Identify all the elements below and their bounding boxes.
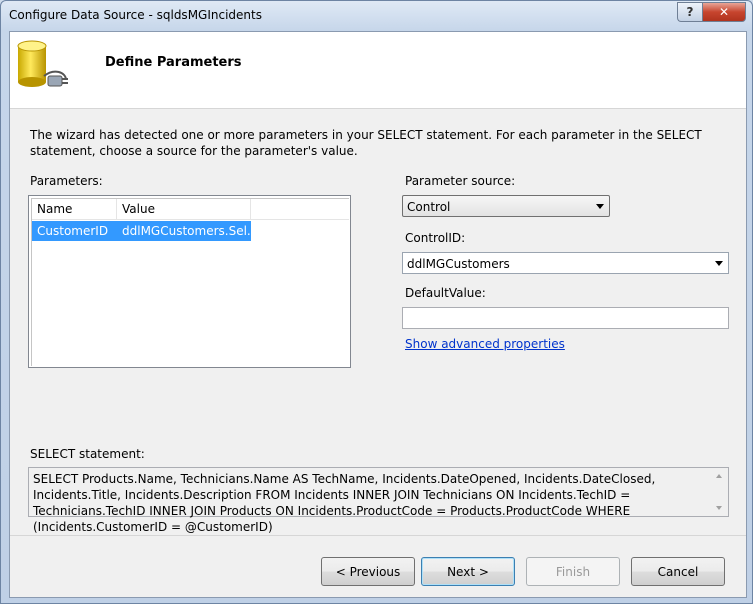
parameters-list-body: Name Value CustomerID ddlMGCustomers.Sel… (31, 198, 349, 366)
parameter-source-label: Parameter source: (405, 174, 516, 188)
select-statement-scrollbar[interactable] (711, 468, 728, 516)
parameter-value-cell: ddlMGCustomers.Sel... (122, 224, 251, 238)
parameters-list-header: Name Value (32, 199, 349, 220)
table-row[interactable]: CustomerID ddlMGCustomers.Sel... (32, 221, 251, 241)
controlid-label: ControlID: (405, 231, 466, 245)
parameters-label: Parameters: (30, 174, 103, 188)
parameters-list[interactable]: Name Value CustomerID ddlMGCustomers.Sel… (28, 195, 351, 368)
scroll-down-icon[interactable] (716, 506, 722, 510)
chevron-down-icon (596, 204, 604, 209)
column-header-name[interactable]: Name (32, 199, 117, 219)
default-value-input[interactable] (402, 307, 729, 329)
scroll-up-icon[interactable] (716, 474, 722, 478)
select-statement-box[interactable]: SELECT Products.Name, Technicians.Name A… (28, 467, 729, 534)
close-button[interactable]: ✕ (702, 2, 746, 22)
dialog-content: Define Parameters The wizard has detecte… (9, 31, 747, 598)
default-value-label: DefaultValue: (405, 286, 486, 300)
finish-button[interactable]: Finish (526, 557, 620, 586)
help-button[interactable]: ? (677, 2, 702, 22)
show-advanced-properties-link[interactable]: Show advanced properties (405, 337, 565, 351)
cancel-button[interactable]: Cancel (631, 557, 725, 586)
controlid-dropdown[interactable]: ddlMGCustomers (402, 252, 729, 274)
footer-divider (10, 535, 746, 536)
wizard-description: The wizard has detected one or more para… (30, 128, 702, 158)
chevron-down-icon (715, 261, 723, 266)
page-title: Define Parameters (105, 55, 242, 70)
parameter-name-cell: CustomerID (37, 224, 109, 238)
parameter-source-value: Control (407, 200, 451, 214)
previous-button[interactable]: < Previous (321, 557, 415, 586)
parameter-source-dropdown[interactable]: Control (402, 195, 610, 217)
controlid-value: ddlMGCustomers (407, 257, 510, 271)
next-button[interactable]: Next > (421, 557, 515, 586)
window-title: Configure Data Source - sqldsMGIncidents (9, 8, 262, 22)
help-icon: ? (686, 5, 694, 19)
cancel-button-label: Cancel (657, 564, 699, 579)
wizard-header: Define Parameters (10, 32, 746, 109)
select-statement-text: SELECT Products.Name, Technicians.Name A… (33, 472, 656, 534)
close-icon: ✕ (718, 5, 730, 19)
previous-button-label: < Previous (335, 564, 401, 579)
column-header-value[interactable]: Value (117, 199, 251, 219)
title-buttons: ? ✕ (677, 2, 746, 22)
database-connect-icon (17, 40, 68, 87)
title-bar[interactable]: Configure Data Source - sqldsMGIncidents… (1, 1, 752, 31)
next-button-label: Next > (447, 564, 489, 579)
dialog-window: Configure Data Source - sqldsMGIncidents… (0, 0, 753, 604)
select-statement-label: SELECT statement: (30, 447, 145, 461)
finish-button-label: Finish (555, 564, 591, 579)
